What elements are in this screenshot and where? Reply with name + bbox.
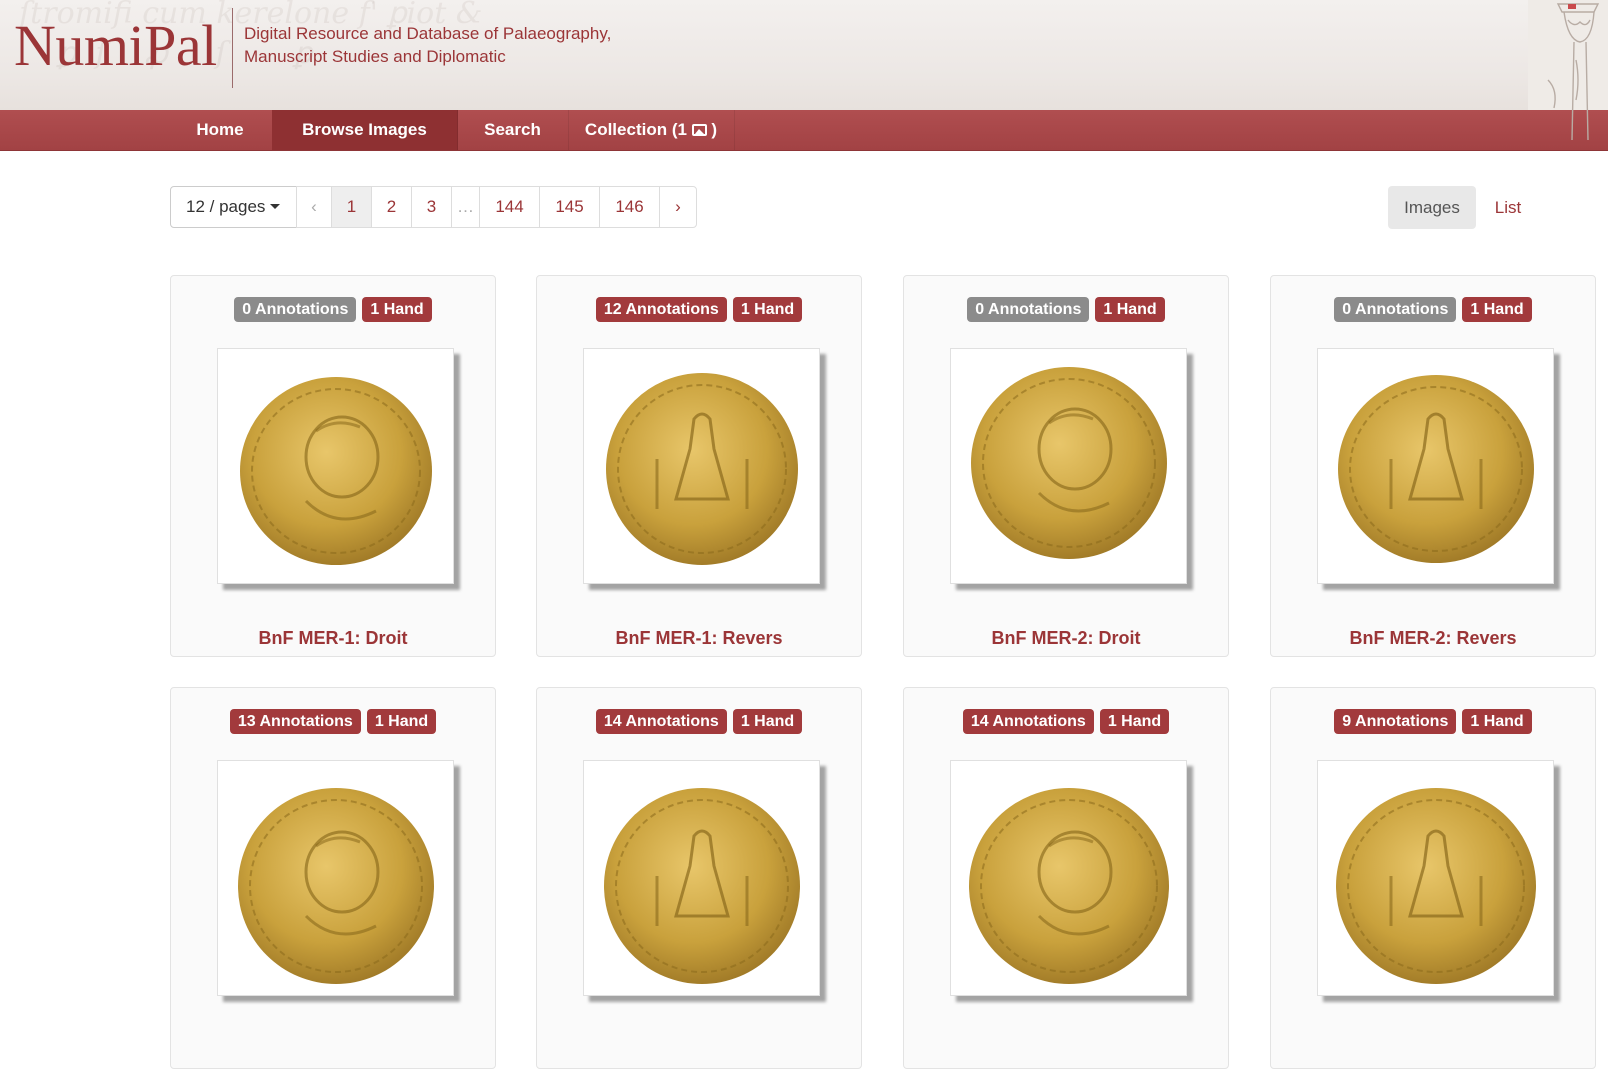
card-badges: 14 Annotations 1 Hand	[904, 709, 1228, 734]
page-144[interactable]: 144	[479, 186, 540, 228]
nav-search[interactable]: Search	[457, 110, 569, 150]
annotations-badge[interactable]: 0 Annotations	[234, 297, 357, 322]
page-146[interactable]: 146	[599, 186, 660, 228]
annotations-badge[interactable]: 12 Annotations	[595, 297, 727, 322]
hands-badge[interactable]: 1 Hand	[732, 709, 803, 734]
annotations-badge[interactable]: 14 Annotations	[595, 709, 727, 734]
card-badges: 0 Annotations 1 Hand	[171, 297, 495, 322]
image-card: 9 Annotations 1 Hand	[1270, 687, 1596, 1069]
nav-collection-suffix: )	[711, 120, 718, 139]
column-ornament-icon	[1528, 0, 1608, 141]
card-title-link[interactable]: BnF MER-1: Revers	[537, 628, 861, 649]
logo-divider	[232, 8, 233, 88]
annotations-badge[interactable]: 0 Annotations	[967, 297, 1090, 322]
nav-collection[interactable]: Collection (1 )	[568, 110, 735, 150]
hands-badge[interactable]: 1 Hand	[366, 709, 437, 734]
page-1[interactable]: 1	[331, 186, 372, 228]
annotations-badge[interactable]: 9 Annotations	[1334, 709, 1457, 734]
image-card: 14 Annotations 1 Hand	[903, 687, 1229, 1069]
hands-badge[interactable]: 1 Hand	[732, 297, 803, 322]
page-2[interactable]: 2	[371, 186, 412, 228]
coin-thumbnail[interactable]	[950, 348, 1187, 584]
tagline-line-2: Manuscript Studies and Diplomatic	[244, 47, 506, 66]
hands-badge[interactable]: 1 Hand	[1462, 709, 1532, 734]
image-card: 0 Annotations 1 Hand BnF MER-1: Droit	[170, 275, 496, 657]
image-card: 12 Annotations 1 Hand BnF MER-1: Revers	[536, 275, 862, 657]
pagination: ‹ 1 2 3 … 144 145 146 ›	[296, 186, 697, 228]
card-title-link[interactable]: BnF MER-1: Droit	[171, 628, 495, 649]
hands-badge[interactable]: 1 Hand	[1099, 709, 1170, 734]
annotations-badge[interactable]: 0 Annotations	[1334, 297, 1457, 322]
image-card: 0 Annotations 1 Hand BnF MER-2: Revers	[1270, 275, 1596, 657]
nav-home[interactable]: Home	[168, 110, 273, 150]
site-tagline: Digital Resource and Database of Palaeog…	[244, 22, 611, 68]
card-badges: 9 Annotations 1 Hand	[1271, 709, 1595, 734]
coin-thumbnail[interactable]	[1317, 348, 1554, 584]
coin-thumbnail[interactable]	[583, 760, 820, 996]
view-list-button[interactable]: List	[1486, 186, 1530, 229]
annotations-badge[interactable]: 14 Annotations	[962, 709, 1094, 734]
image-card: 14 Annotations 1 Hand	[536, 687, 862, 1069]
nav-collection-label: Collection (1	[584, 120, 687, 139]
image-card: 13 Annotations 1 Hand	[170, 687, 496, 1069]
per-page-dropdown[interactable]: 12 / pages	[170, 186, 298, 228]
hands-badge[interactable]: 1 Hand	[1095, 297, 1165, 322]
page-prev[interactable]: ‹	[296, 186, 332, 228]
coin-thumbnail[interactable]	[583, 348, 820, 584]
card-title-link[interactable]: BnF MER-2: Revers	[1271, 628, 1595, 649]
coin-thumbnail[interactable]	[1317, 760, 1554, 996]
coin-thumbnail[interactable]	[217, 348, 454, 584]
caret-down-icon	[270, 204, 281, 209]
page-3[interactable]: 3	[411, 186, 452, 228]
tagline-line-1: Digital Resource and Database of Palaeog…	[244, 24, 612, 43]
main-navbar: Home Browse Images Search Collection (1 …	[0, 110, 1608, 151]
card-badges: 0 Annotations 1 Hand	[1271, 297, 1595, 322]
image-card: 0 Annotations 1 Hand BnF MER-2: Droit	[903, 275, 1229, 657]
view-images-button[interactable]: Images	[1388, 186, 1476, 229]
coin-thumbnail[interactable]	[950, 760, 1187, 996]
hands-badge[interactable]: 1 Hand	[362, 297, 432, 322]
card-badges: 13 Annotations 1 Hand	[171, 709, 495, 734]
card-title-link[interactable]: BnF MER-2: Droit	[904, 628, 1228, 649]
page-ellipsis: …	[451, 186, 480, 228]
card-badges: 0 Annotations 1 Hand	[904, 297, 1228, 322]
page-next[interactable]: ›	[659, 186, 697, 228]
page-145[interactable]: 145	[539, 186, 600, 228]
per-page-value: 12 / pages	[186, 197, 266, 216]
coin-thumbnail[interactable]	[217, 760, 454, 996]
manuscript-background: ſtromifi cum kerelone f' ꝑiot & ꝑ ſ ꝓ ſ …	[0, 0, 483, 71]
hands-badge[interactable]: 1 Hand	[1462, 297, 1532, 322]
site-header: ſtromifi cum kerelone f' ꝑiot & ꝑ ſ ꝓ ſ …	[0, 0, 1608, 110]
annotations-badge[interactable]: 13 Annotations	[229, 709, 361, 734]
card-badges: 12 Annotations 1 Hand	[537, 297, 861, 322]
site-logo[interactable]: NumiPal	[14, 12, 217, 79]
card-badges: 14 Annotations 1 Hand	[537, 709, 861, 734]
nav-browse-images[interactable]: Browse Images	[272, 110, 458, 150]
image-icon	[691, 124, 707, 136]
